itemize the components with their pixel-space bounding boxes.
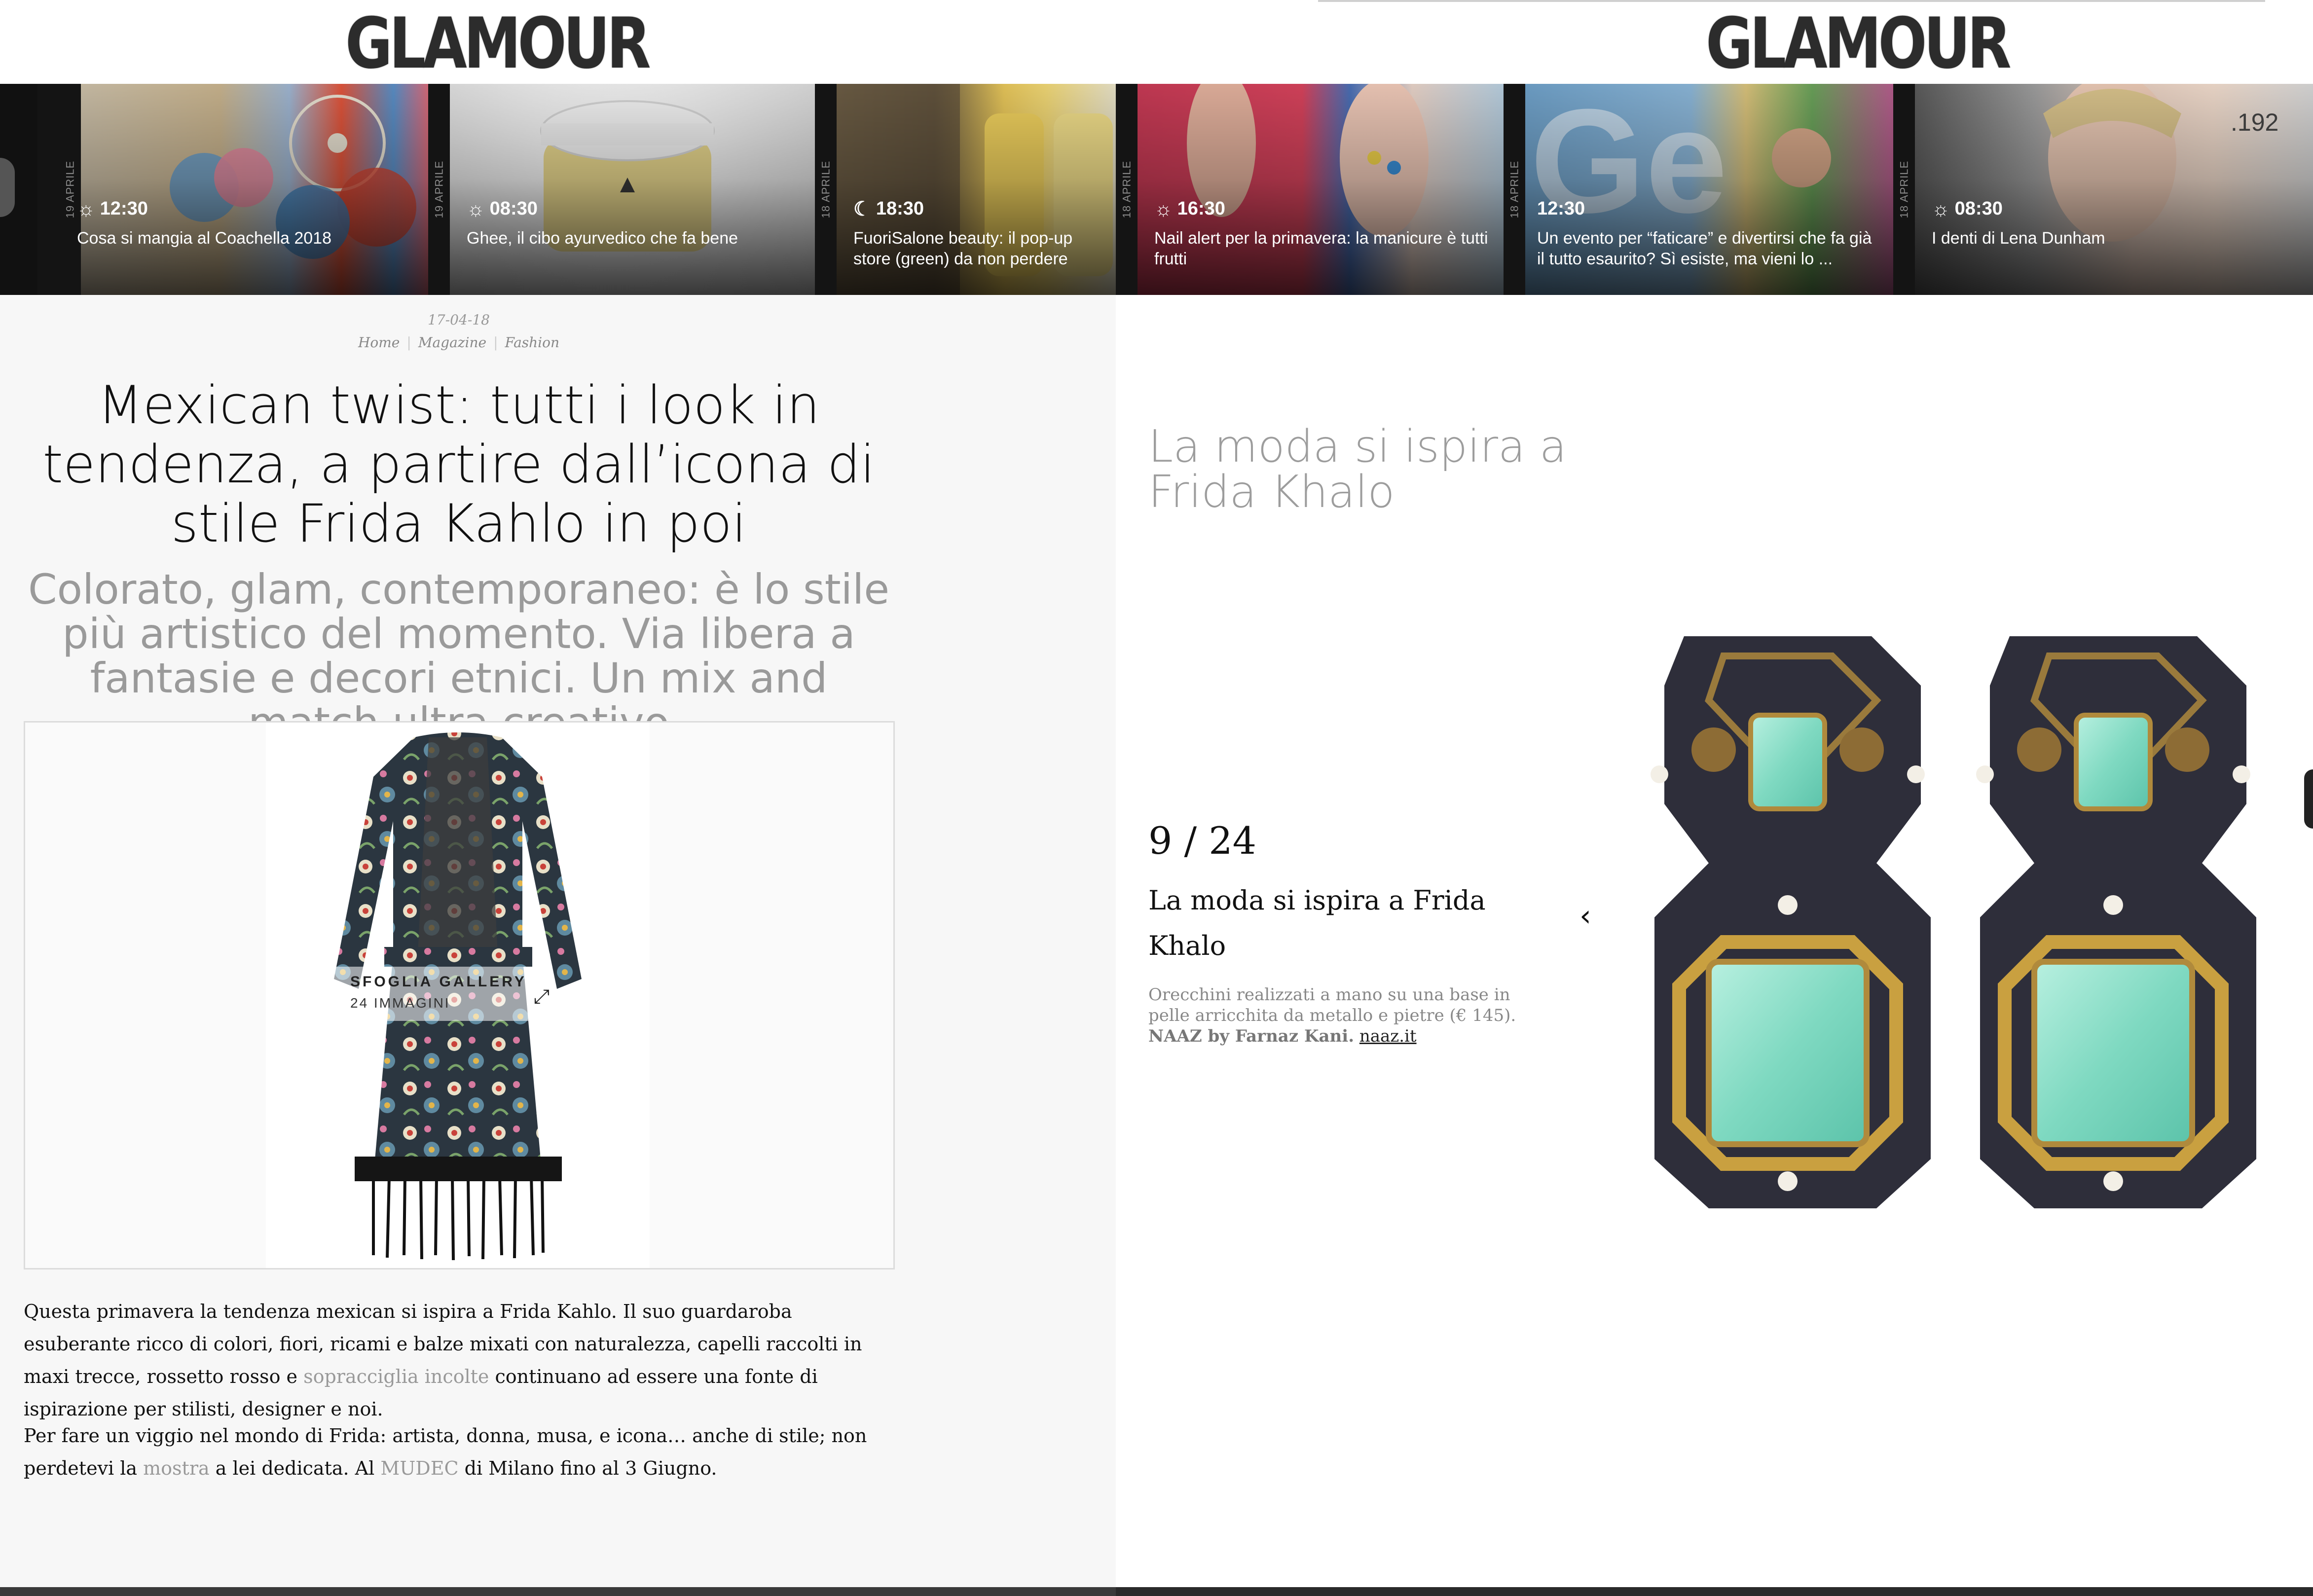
article-date: 17-04-18	[428, 312, 490, 328]
news-strip: 18 APRILE ☼ 16:30 Nail alert per la prima…	[1116, 84, 2313, 295]
bottom-image-strip	[0, 1587, 1116, 1596]
card-date-bar: 18 APRILE	[815, 84, 837, 295]
bottom-image-strip	[1116, 1587, 2313, 1596]
glamour-logo[interactable]: GLAMOUR	[1706, 7, 2012, 81]
card-date-bar: 18 APRILE	[1893, 84, 1915, 295]
article-paragraph: Questa primavera la tendenza mexican si …	[24, 1301, 862, 1420]
browse-gallery-button[interactable]: SFOGLIA GALLERY 24 IMMAGINI ⤢	[326, 967, 552, 1021]
card-time: 12:30	[1537, 198, 1585, 219]
mudec-link[interactable]: MUDEC	[380, 1457, 458, 1479]
news-strip: 19 APRILE ☼ 12:30 Cosa si mangia al Coach…	[0, 84, 1116, 295]
card-shade	[59, 84, 428, 295]
card-title: Ghee, il cibo ayurvedico che fa bene	[467, 229, 738, 248]
gallery-pane: GLAMOUR 18 APRILE ☼ 16:30 Nail alert per …	[1116, 0, 2313, 1596]
card-title: I denti di Lena Dunham	[1932, 229, 2105, 248]
card-time: ☼ 16:30	[1154, 198, 1225, 220]
card-shade	[1893, 84, 2313, 295]
gallery-label: SFOGLIA GALLERY	[350, 974, 527, 990]
next-slide-edge[interactable]	[2304, 769, 2313, 829]
news-card[interactable]: 18 APRILE ☼ 16:30 Nail alert per la prima…	[1116, 84, 1504, 295]
earrings-image	[1651, 636, 2256, 1208]
card-date-bar: 19 APRILE	[59, 84, 81, 295]
card-time: ☼ 12:30	[77, 198, 148, 220]
expand-icon: ⤢	[534, 985, 550, 1008]
sun-icon: ☼	[1154, 198, 1173, 220]
article-pane: GLAMOUR 19 APRILE ☼ 12:30 Cosa si mangia…	[0, 0, 1116, 1596]
card-image	[0, 158, 15, 217]
news-card-partial[interactable]	[0, 84, 59, 295]
card-date-bar	[37, 84, 59, 295]
breadcrumb-home[interactable]: Home	[358, 334, 400, 351]
news-card[interactable]: 19 APRILE ☼ 12:30 Cosa si mangia al Coach…	[59, 84, 428, 295]
card-time: ☼ 08:30	[467, 198, 538, 220]
card-time: ☼ 08:30	[1932, 198, 2003, 220]
article-headline: Mexican twist: tutti i look in tendenza,…	[42, 375, 875, 554]
card-title: Un evento per “faticare” e divertirsi ch…	[1537, 229, 1872, 268]
slide-description: Orecchini realizzati a mano su una base …	[1148, 985, 1516, 1046]
gallery-count: 24 IMMAGINI	[350, 995, 450, 1011]
news-card[interactable]: 18 APRILE ☾ 18:30 FuoriSalone beauty: il …	[815, 84, 1116, 295]
slide-title: La moda si ispira a Frida Khalo	[1148, 885, 1486, 961]
top-divider	[1318, 0, 2265, 2]
breadcrumb: Home | Magazine | Fashion	[358, 334, 560, 351]
gallery-heading: La moda si ispira a Frida Khalo	[1148, 421, 1567, 518]
site-header: GLAMOUR	[1116, 0, 2313, 84]
sun-icon: ☼	[467, 198, 485, 220]
card-title: Nail alert per la primavera: la manicure…	[1154, 229, 1488, 268]
article-paragraph: Per fare un viggio nel mondo di Frida: a…	[24, 1425, 867, 1479]
sun-icon: ☼	[77, 198, 95, 220]
news-card[interactable]: 19 APRILE ☼ 08:30 Ghee, il cibo ayurvedic…	[428, 84, 815, 295]
site-header: GLAMOUR	[0, 0, 1116, 84]
sun-icon: ☼	[1932, 198, 1950, 220]
card-title: FuoriSalone beauty: il pop-up store (gre…	[853, 229, 1073, 268]
breadcrumb-fashion[interactable]: Fashion	[505, 334, 559, 351]
naaz-link[interactable]: naaz.it	[1359, 1026, 1417, 1046]
news-card[interactable]: Ge 18 APRILE 12:30 Un evento per “fatica…	[1504, 84, 1893, 295]
card-date-bar: 18 APRILE	[1504, 84, 1525, 295]
chevron-left-icon[interactable]: ‹	[1579, 899, 1591, 933]
breadcrumb-magazine[interactable]: Magazine	[418, 334, 486, 351]
earring-left	[1651, 636, 1931, 1208]
glamour-logo[interactable]: GLAMOUR	[345, 7, 651, 81]
exhibition-link[interactable]: mostra	[143, 1457, 210, 1479]
card-title: Cosa si mangia al Coachella 2018	[77, 229, 331, 248]
article-subtitle: Colorato, glam, contemporaneo: è lo stil…	[28, 565, 890, 745]
card-shade	[428, 84, 815, 295]
earring-right	[1976, 636, 2256, 1208]
news-card[interactable]: .192 18 APRILE ☼08:30 I denti di Lena Du…	[1893, 84, 2313, 295]
card-date-bar: 18 APRILE	[1116, 84, 1138, 295]
eyebrows-link[interactable]: sopracciglia incolte	[303, 1366, 489, 1387]
slide-counter: 9 / 24	[1148, 819, 1256, 863]
card-time: ☾ 18:30	[853, 198, 924, 220]
moon-icon: ☾	[853, 198, 871, 220]
card-date-bar: 19 APRILE	[428, 84, 450, 295]
